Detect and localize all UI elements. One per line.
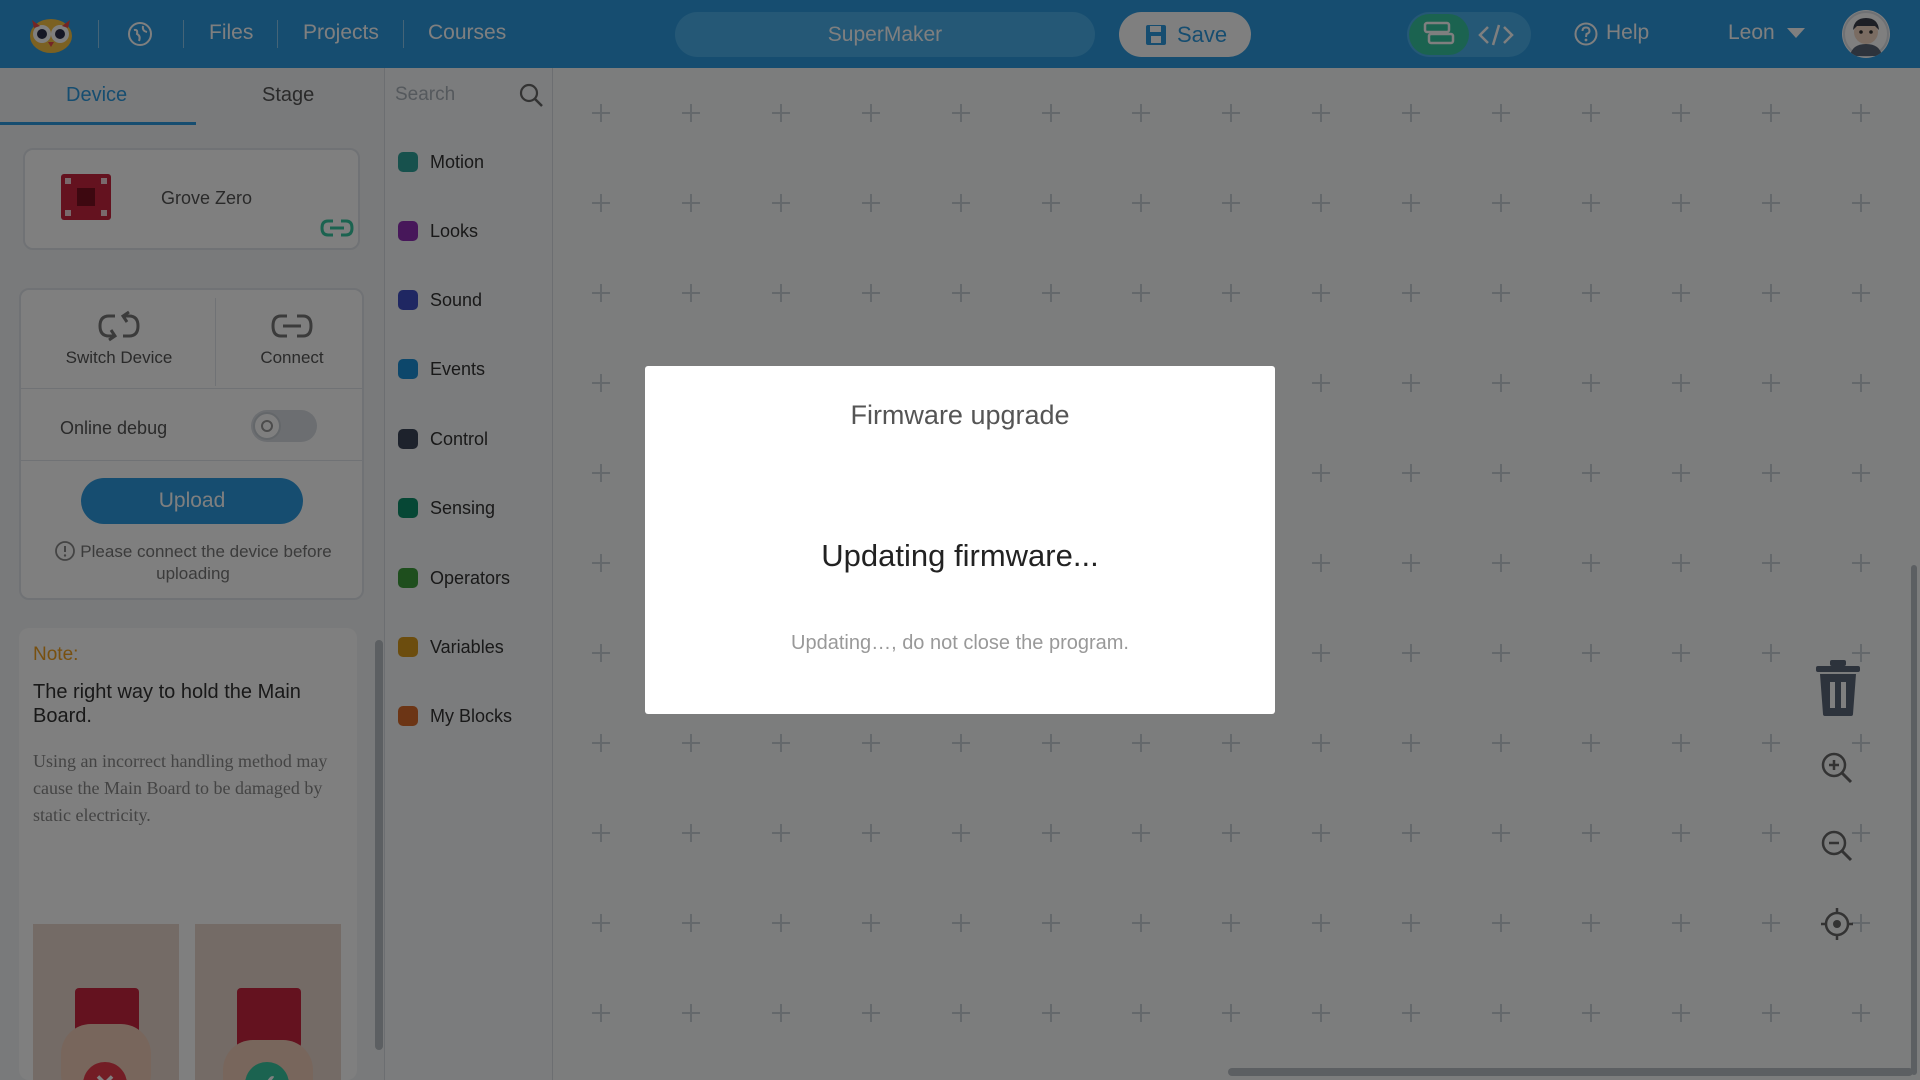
firmware-upgrade-dialog: Firmware upgrade Updating firmware... Up… (645, 366, 1275, 714)
dialog-status: Updating firmware... (821, 538, 1099, 573)
dialog-hint: Updating…, do not close the program. (791, 632, 1129, 654)
dialog-title: Firmware upgrade (850, 400, 1070, 430)
